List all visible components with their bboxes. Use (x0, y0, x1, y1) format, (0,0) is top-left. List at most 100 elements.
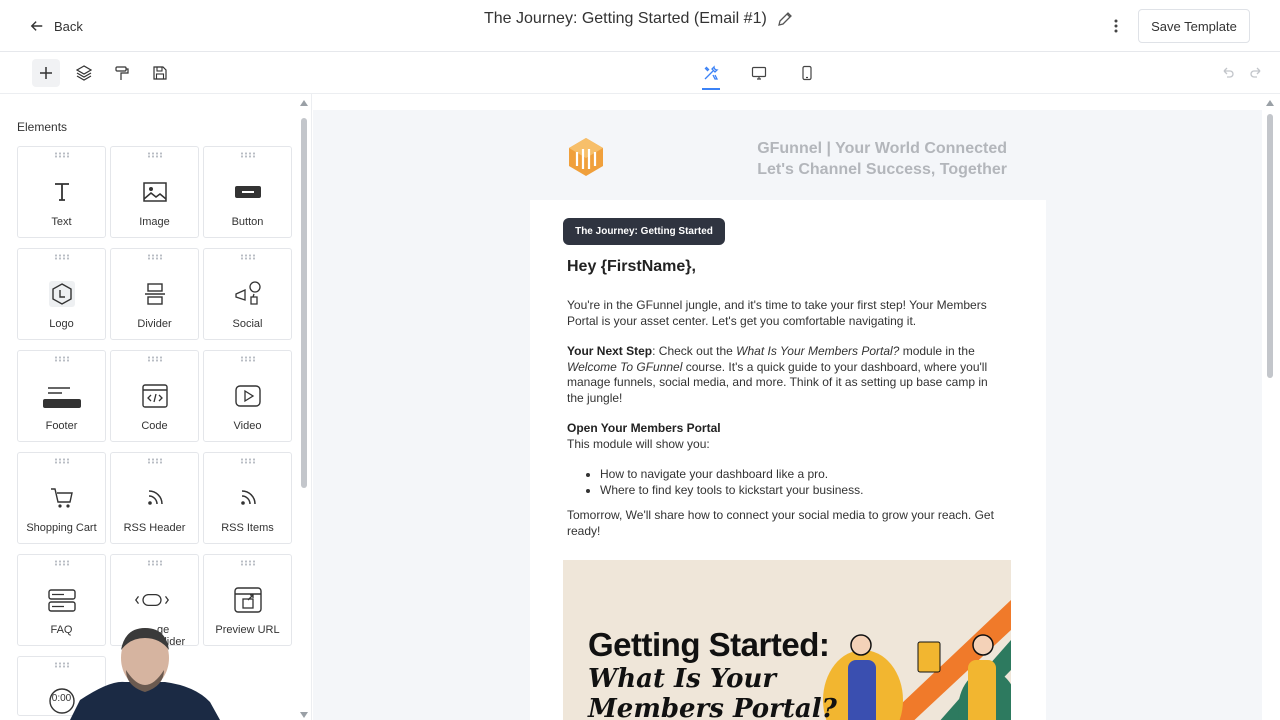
button-icon (233, 177, 263, 207)
drag-handle-icon[interactable] (54, 152, 70, 158)
arrow-left-icon (30, 21, 43, 31)
scroll-down-icon[interactable] (300, 712, 308, 718)
hero-title: Getting Started: (588, 626, 830, 663)
divider-icon (140, 279, 170, 309)
drag-handle-icon[interactable] (240, 356, 256, 362)
gfunnel-logo[interactable] (565, 136, 607, 178)
element-shopping-cart[interactable]: Shopping Cart (17, 452, 106, 544)
mobile-icon[interactable] (793, 59, 821, 87)
next-step-paragraph[interactable]: Your Next Step: Check out the What Is Yo… (567, 344, 1007, 406)
footer-icon (42, 381, 82, 411)
element-label: Shopping Cart (26, 522, 97, 534)
tomorrow-paragraph[interactable]: Tomorrow, We'll share how to connect you… (567, 508, 1007, 539)
element-label: Social (232, 318, 263, 330)
element-label: Video (233, 420, 262, 432)
redo-icon[interactable] (1242, 59, 1270, 87)
text-icon (47, 177, 77, 207)
save-icon[interactable] (146, 59, 174, 87)
open-portal-text: This module will show you: (567, 436, 710, 451)
rss-icon (233, 483, 263, 513)
logo-icon (47, 279, 77, 309)
paint-roller-icon[interactable] (108, 59, 136, 87)
plus-icon[interactable] (32, 59, 60, 87)
email-canvas: GFunnel | Your World Connected Let's Cha… (313, 110, 1262, 720)
email-body-card[interactable]: The Journey: Getting Started Hey {FirstN… (530, 200, 1046, 720)
drag-handle-icon[interactable] (147, 560, 163, 566)
drag-handle-icon[interactable] (54, 458, 70, 464)
code-icon (140, 381, 170, 411)
drag-handle-icon[interactable] (147, 254, 163, 260)
intro-paragraph[interactable]: You're in the GFunnel jungle, and it's t… (567, 298, 1007, 329)
drag-handle-icon[interactable] (240, 458, 256, 464)
brand-tagline-2: Let's Channel Success, Together (757, 161, 1007, 178)
open-portal-block[interactable]: Open Your Members Portal This module wil… (567, 421, 1007, 452)
pencil-icon[interactable] (777, 11, 793, 27)
drag-handle-icon[interactable] (147, 356, 163, 362)
hero-subtitle-2: Members Portal? (588, 694, 837, 720)
next-step-text-b: module in the (899, 344, 975, 358)
elements-scrollbar[interactable] (300, 100, 308, 720)
drag-handle-icon[interactable] (54, 560, 70, 566)
scroll-up-icon[interactable] (300, 100, 308, 106)
scrollbar-thumb[interactable] (301, 118, 307, 488)
element-social[interactable]: Social (203, 248, 292, 340)
element-code[interactable]: Code (110, 350, 199, 442)
elements-heading: Elements (17, 120, 68, 134)
greeting-heading[interactable]: Hey {FirstName}, (567, 258, 696, 276)
module-bullet-list[interactable]: How to navigate your dashboard like a pr… (600, 466, 863, 498)
brand-tagline-1: GFunnel | Your World Connected (757, 140, 1007, 157)
drag-handle-icon[interactable] (54, 356, 70, 362)
hero-image[interactable]: Getting Started: What Is Your Members Po… (563, 560, 1011, 720)
element-text[interactable]: Text (17, 146, 106, 238)
desktop-icon[interactable] (745, 59, 773, 87)
element-label: RSS Header (123, 522, 186, 534)
active-view-indicator (702, 88, 720, 90)
journey-badge[interactable]: The Journey: Getting Started (563, 218, 725, 245)
open-portal-heading: Open Your Members Portal (567, 421, 721, 435)
drag-handle-icon[interactable] (240, 152, 256, 158)
rss-icon (140, 483, 170, 513)
canvas-scrollbar[interactable] (1265, 100, 1275, 720)
element-label: Logo (49, 318, 74, 330)
element-label: Divider (137, 318, 172, 330)
next-step-module: What Is Your Members Portal? (736, 344, 900, 358)
video-icon (233, 381, 263, 411)
drag-handle-icon[interactable] (147, 152, 163, 158)
back-button[interactable]: Back (30, 14, 83, 38)
save-template-button[interactable]: Save Template (1138, 9, 1250, 43)
drag-handle-icon[interactable] (240, 254, 256, 260)
page-title: The Journey: Getting Started (Email #1) (484, 10, 767, 27)
top-header: Back The Journey: Getting Started (Email… (0, 0, 1280, 52)
image-icon (140, 177, 170, 207)
scrollbar-thumb[interactable] (1267, 114, 1273, 378)
scroll-up-icon[interactable] (1266, 100, 1274, 106)
list-item: How to navigate your dashboard like a pr… (600, 466, 863, 482)
back-label: Back (54, 18, 83, 34)
template-title-area: The Journey: Getting Started (Email #1) (484, 8, 793, 30)
editor-toolbar (0, 52, 1280, 94)
element-logo[interactable]: Logo (17, 248, 106, 340)
element-divider[interactable]: Divider (110, 248, 199, 340)
element-label: Image (139, 216, 170, 228)
more-options-icon[interactable] (1105, 14, 1127, 38)
element-image[interactable]: Image (110, 146, 199, 238)
element-rss-items[interactable]: RSS Items (203, 452, 292, 544)
element-footer[interactable]: Footer (17, 350, 106, 442)
preview-url-icon (233, 585, 263, 615)
element-label: Button (231, 216, 264, 228)
element-label: Footer (45, 420, 78, 432)
drag-handle-icon[interactable] (147, 458, 163, 464)
next-step-text-a: : Check out the (652, 344, 737, 358)
element-button[interactable]: Button (203, 146, 292, 238)
element-rss-header[interactable]: RSS Header (110, 452, 199, 544)
drag-handle-icon[interactable] (54, 662, 70, 668)
hero-subtitle-1: What Is Your (588, 664, 777, 694)
undo-icon[interactable] (1214, 59, 1242, 87)
drag-handle-icon[interactable] (240, 560, 256, 566)
drag-handle-icon[interactable] (54, 254, 70, 260)
faq-icon (47, 585, 77, 615)
element-video[interactable]: Video (203, 350, 292, 442)
tools-icon[interactable] (697, 59, 725, 87)
layers-icon[interactable] (70, 59, 98, 87)
element-label: Text (51, 216, 72, 228)
